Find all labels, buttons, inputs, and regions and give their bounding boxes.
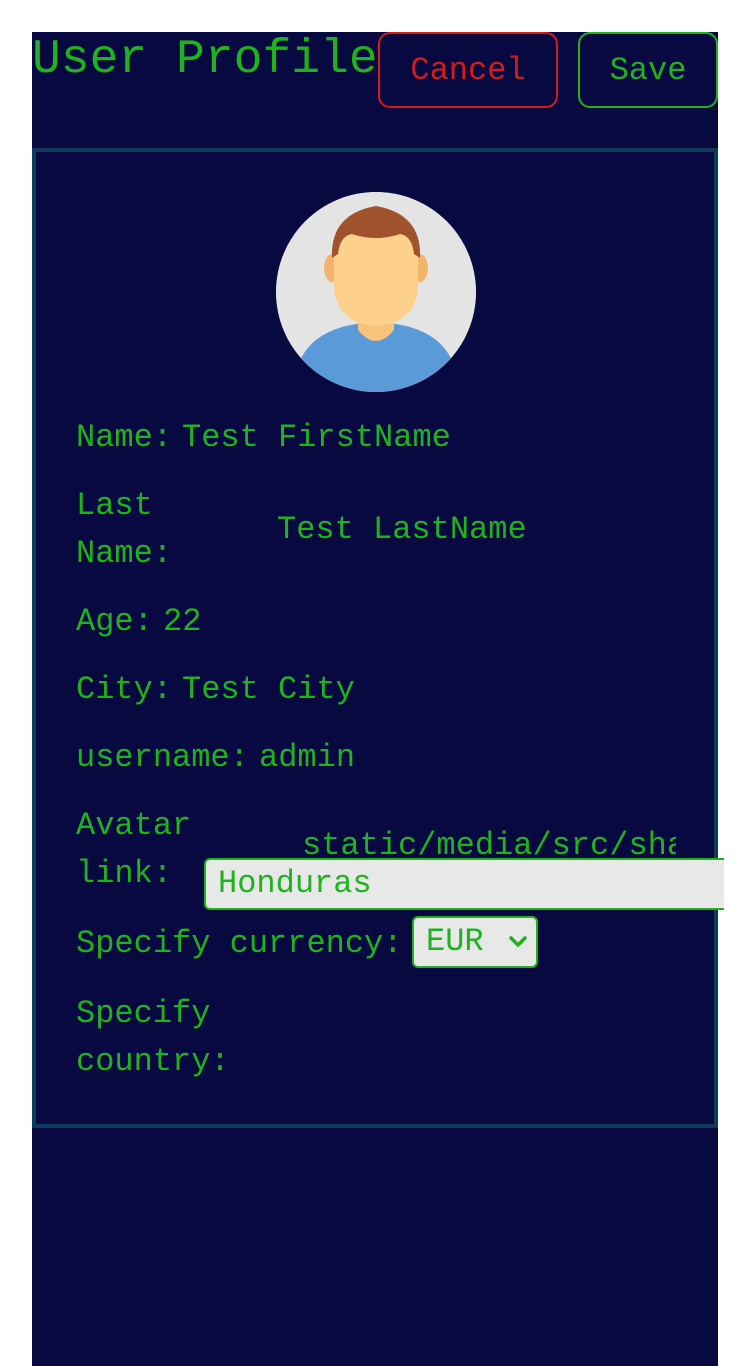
name-value: Test FirstName bbox=[182, 419, 451, 456]
last-name-value: Test LastName bbox=[277, 511, 527, 548]
profile-page: User Profile Cancel Save Name: Test Firs… bbox=[32, 32, 718, 1366]
country-input-value: Honduras bbox=[218, 865, 372, 902]
age-value: 22 bbox=[163, 603, 202, 640]
currency-select[interactable]: EUR bbox=[412, 916, 538, 968]
save-button[interactable]: Save bbox=[578, 32, 718, 108]
currency-label: Specify currency: bbox=[76, 925, 403, 962]
cancel-button[interactable]: Cancel bbox=[378, 32, 558, 108]
last-name-label: Last Name: bbox=[76, 487, 173, 572]
country-input[interactable]: Honduras bbox=[204, 858, 724, 910]
username-value: admin bbox=[259, 739, 356, 776]
currency-selected-value: EUR bbox=[426, 923, 484, 960]
city-label: City: bbox=[76, 671, 173, 708]
city-value: Test City bbox=[182, 671, 355, 708]
username-label: username: bbox=[76, 739, 249, 776]
profile-card: Name: Test FirstName Last Name: Test Las… bbox=[32, 148, 718, 1128]
name-label: Name: bbox=[76, 419, 173, 456]
user-avatar-icon bbox=[276, 192, 476, 392]
country-label: Specify country: bbox=[76, 995, 230, 1080]
age-label: Age: bbox=[76, 603, 153, 640]
page-title: User Profile bbox=[32, 33, 378, 87]
chevron-down-icon bbox=[509, 936, 527, 947]
avatar-link-label: Avatar link: bbox=[76, 807, 192, 892]
